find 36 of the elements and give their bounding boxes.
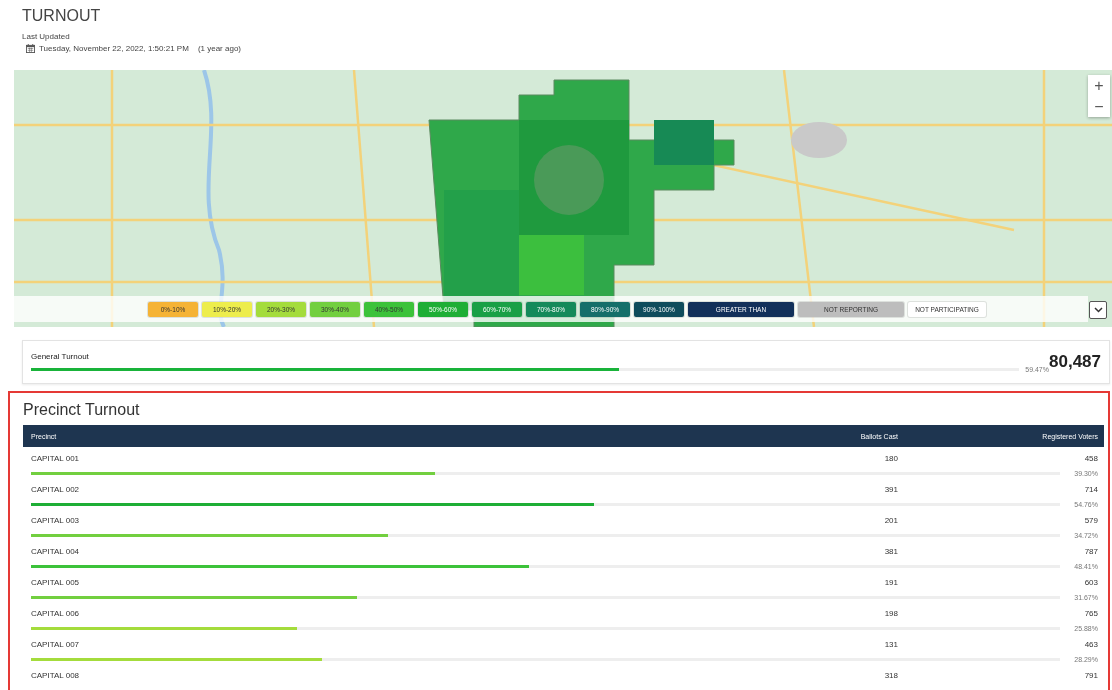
table-cell-text: 791: [1083, 671, 1098, 680]
table-cell-text: 191: [883, 578, 898, 587]
table-cell-text: 201: [883, 516, 898, 525]
expand-legend-button[interactable]: [1089, 301, 1107, 319]
table-cell-text: 714: [1083, 485, 1098, 494]
last-updated-date: Tuesday, November 22, 2022, 1:50:21 PM: [39, 44, 189, 53]
zoom-in-button[interactable]: +: [1088, 75, 1110, 96]
table-cell-text: CAPITAL 007: [31, 640, 81, 649]
table-cell-text: 765: [1083, 609, 1098, 618]
table-cell-text: CAPITAL 004: [31, 547, 81, 556]
table-cell-text: CAPITAL 003: [31, 516, 81, 525]
page-title: TURNOUT: [22, 6, 102, 26]
table-cell-text: 180: [883, 454, 898, 463]
table-cell-text: CAPITAL 002: [31, 485, 81, 494]
last-updated-ago: (1 year ago): [197, 44, 241, 53]
table-cell-text: CAPITAL 006: [31, 609, 81, 618]
last-updated-label: Last Updated: [22, 32, 71, 41]
table-cell-text: 381: [883, 547, 898, 556]
table-cell-text: CAPITAL 005: [31, 578, 81, 587]
chevron-down-icon: [1093, 307, 1103, 313]
table-cell-text: 391: [883, 485, 898, 494]
table-cell-text: 579: [1083, 516, 1098, 525]
table-cell-text: 198: [883, 609, 898, 618]
table-cell-text: CAPITAL 001: [31, 454, 81, 463]
table-cell-text: 131: [883, 640, 898, 649]
total-ballots: 80,487: [1049, 352, 1101, 371]
table-cell-text: 787: [1083, 547, 1098, 556]
zoom-out-button[interactable]: −: [1088, 96, 1110, 117]
table-cell-text: 603: [1083, 578, 1098, 587]
section-title: Precinct Turnout: [23, 400, 141, 420]
calendar-icon: [26, 44, 35, 53]
table-cell-text: 463: [1083, 640, 1098, 649]
general-turnout-label: General Turnout: [31, 351, 90, 361]
table-cell-text: 318: [883, 671, 898, 680]
table-cell-text: CAPITAL 008: [31, 671, 81, 680]
table-cell-text: 458: [1083, 454, 1098, 463]
